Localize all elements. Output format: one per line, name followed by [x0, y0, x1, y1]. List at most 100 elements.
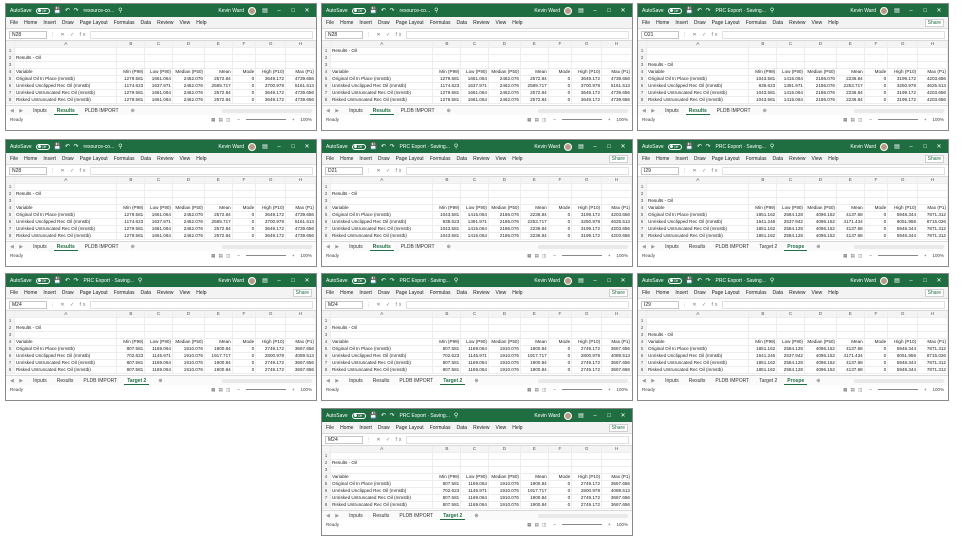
row-header[interactable]: 2 — [322, 459, 332, 468]
zoom-in-icon[interactable]: + — [608, 387, 611, 392]
ribbon-tab-view[interactable]: View — [496, 290, 507, 296]
ribbon-tab-help[interactable]: Help — [512, 290, 522, 296]
cell[interactable]: 1169.064 — [144, 366, 173, 375]
cell[interactable]: Original Oil In Place (mmstb) — [646, 345, 750, 354]
row-header[interactable]: 6 — [6, 82, 16, 91]
cell[interactable] — [864, 54, 889, 63]
cell[interactable] — [204, 61, 233, 70]
ribbon-tab-file[interactable]: File — [10, 156, 18, 162]
row-header[interactable]: 5 — [6, 75, 16, 84]
cell[interactable] — [285, 324, 316, 333]
ribbon-tab-draw[interactable]: Draw — [694, 290, 706, 296]
ribbon-tab-view[interactable]: View — [180, 156, 191, 162]
cell[interactable]: 2589.717 — [520, 82, 549, 91]
maximize-icon[interactable]: □ — [288, 278, 298, 284]
view-buttons[interactable]: ▦ ▤ ◫ — [527, 117, 547, 123]
cell[interactable]: 1415.064 — [460, 232, 489, 241]
cell[interactable] — [144, 331, 173, 340]
cell[interactable] — [917, 183, 948, 192]
view-buttons[interactable]: ▦ ▤ ◫ — [527, 522, 547, 528]
cell[interactable]: 4137.68 — [836, 211, 865, 220]
cell[interactable]: Risked Untruncated Rec Oil (mmstb) — [330, 96, 434, 105]
sheet-tab-pldb-import[interactable]: PLDB IMPORT — [398, 108, 438, 114]
cell[interactable] — [460, 190, 489, 199]
row-header[interactable]: 7 — [638, 225, 648, 234]
cell[interactable]: 2462.076 — [488, 89, 521, 98]
select-all-corner[interactable] — [6, 311, 16, 319]
ribbon-tab-page-layout[interactable]: Page Layout — [396, 425, 424, 431]
cell[interactable]: Max (P1) — [285, 68, 316, 77]
add-sheet-icon[interactable]: ⊕ — [474, 378, 478, 384]
cell[interactable] — [204, 47, 233, 56]
column-header[interactable]: H — [917, 41, 948, 49]
cell[interactable] — [601, 317, 632, 326]
cell[interactable] — [887, 183, 919, 192]
row-header[interactable]: 5 — [322, 480, 332, 489]
cell[interactable]: 4739.656 — [285, 96, 316, 105]
column-header[interactable]: H — [285, 177, 316, 185]
cell[interactable]: 2749.172 — [255, 345, 287, 354]
search-icon[interactable]: ⚲ — [770, 277, 774, 284]
cell[interactable]: 0 — [864, 89, 889, 98]
cell[interactable]: 5948.344 — [887, 345, 919, 354]
sheet-nav-arrows[interactable]: ◀ ▶ — [326, 378, 341, 384]
cell[interactable] — [776, 47, 805, 56]
cell[interactable]: 1043.581 — [748, 96, 778, 105]
cell[interactable]: Median (P50) — [804, 204, 837, 213]
formula-input[interactable] — [90, 30, 313, 39]
cell[interactable] — [14, 183, 118, 192]
cell[interactable] — [571, 452, 603, 461]
cell[interactable]: 2462.076 — [172, 211, 205, 220]
zoom-in-icon[interactable]: + — [608, 117, 611, 122]
column-header[interactable]: E — [836, 41, 865, 49]
column-header[interactable]: G — [255, 311, 287, 319]
cell[interactable] — [460, 317, 489, 326]
column-header[interactable]: G — [571, 446, 603, 454]
cell[interactable]: 0 — [864, 366, 889, 375]
sheet-tab-pldb-import[interactable]: PLDB IMPORT — [82, 244, 122, 250]
cell[interactable]: 0 — [548, 352, 573, 361]
cell[interactable] — [601, 452, 632, 461]
zoom-level[interactable]: 100% — [616, 387, 628, 392]
cell[interactable] — [116, 190, 146, 199]
row-header[interactable]: 2 — [638, 190, 648, 199]
cell[interactable]: High (P10) — [887, 68, 919, 77]
cell[interactable]: 1637.971 — [460, 82, 489, 91]
cell[interactable]: 4739.656 — [285, 75, 316, 84]
zoom-level[interactable]: 100% — [300, 117, 312, 122]
cell[interactable]: Mode — [232, 204, 257, 213]
ribbon-tab-formulas[interactable]: Formulas — [430, 20, 451, 26]
cell[interactable] — [571, 190, 603, 199]
close-icon[interactable]: ✕ — [934, 277, 944, 284]
select-all-corner[interactable] — [638, 311, 648, 319]
cell[interactable]: High (P10) — [887, 204, 919, 213]
cell[interactable]: Min (P99) — [432, 204, 462, 213]
cell[interactable]: Unrisked Untruncated Rec Oil (mmstb) — [330, 89, 434, 98]
search-icon[interactable]: ⚲ — [454, 143, 458, 150]
ribbon-tab-insert[interactable]: Insert — [359, 20, 372, 26]
cell[interactable] — [601, 324, 632, 333]
cell[interactable]: 0 — [864, 345, 889, 354]
sheet-tab-pldb-import[interactable]: PLDB IMPORT — [396, 513, 436, 519]
cell[interactable]: Mode — [232, 338, 257, 347]
cell[interactable]: Median (P50) — [488, 68, 521, 77]
cell[interactable]: 1145.971 — [144, 352, 173, 361]
column-header[interactable]: A — [330, 446, 434, 454]
select-all-corner[interactable] — [322, 311, 332, 319]
cell[interactable]: 1169.064 — [144, 345, 173, 354]
zoom-slider[interactable] — [245, 389, 286, 390]
cell[interactable]: Max (P1) — [601, 204, 632, 213]
cell[interactable] — [520, 317, 549, 326]
cell[interactable] — [887, 190, 919, 199]
cell[interactable]: Max (P1) — [601, 68, 632, 77]
cell[interactable] — [804, 61, 837, 70]
zoom-level[interactable]: 100% — [932, 387, 944, 392]
cell[interactable]: Mean — [204, 204, 233, 213]
cell[interactable]: Mode — [232, 68, 257, 77]
horizontal-scrollbar[interactable] — [538, 108, 628, 113]
cell[interactable]: 0 — [232, 352, 257, 361]
cell[interactable] — [864, 317, 889, 326]
name-box[interactable]: O21 — [641, 30, 679, 39]
column-header[interactable]: G — [255, 177, 287, 185]
share-button[interactable]: Share — [292, 288, 312, 297]
